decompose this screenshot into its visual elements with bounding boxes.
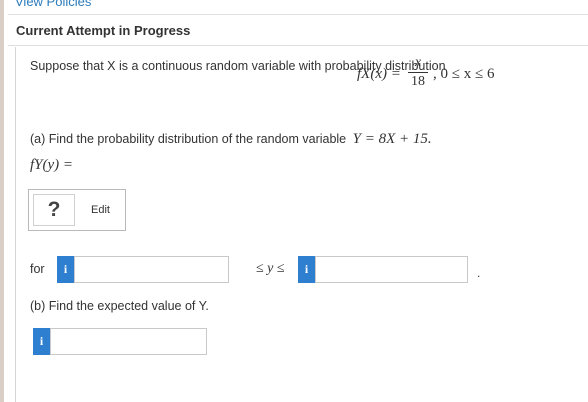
lower-bound-input[interactable] [74, 256, 229, 283]
formula-lhs: fX(x) = [357, 66, 401, 82]
formula-fraction: x 18 [407, 55, 429, 90]
left-edge-rule [0, 0, 4, 402]
expected-value-input[interactable] [50, 328, 207, 355]
part-a-prompt-text: (a) Find the probability distribution of… [30, 132, 347, 146]
formula-condition: , 0 ≤ x ≤ 6 [433, 66, 495, 82]
view-policies-link[interactable]: View Policies [15, 0, 91, 9]
fraction-bar [408, 72, 428, 73]
info-icon[interactable]: i [57, 256, 74, 283]
header-divider-bottom [8, 45, 588, 46]
header-divider-top [8, 14, 588, 15]
info-icon[interactable]: i [33, 328, 50, 355]
formula-numerator: x [414, 55, 422, 70]
part-a-prompt: (a) Find the probability distribution of… [30, 131, 432, 148]
for-label: for [30, 262, 45, 276]
attempt-status-title: Current Attempt in Progress [16, 23, 191, 38]
info-icon[interactable]: i [298, 256, 315, 283]
trailing-period: . [477, 266, 481, 280]
upper-bound-input[interactable] [315, 256, 468, 283]
edit-label: Edit [91, 204, 110, 216]
between-label: ≤ y ≤ [256, 261, 285, 276]
equation-editor-button[interactable]: ? Edit [28, 189, 126, 231]
question-mark-icon: ? [33, 194, 75, 226]
part-b-prompt: (b) Find the expected value of Y. [30, 299, 209, 313]
formula-denominator: 18 [411, 74, 425, 89]
fy-answer-label: fY(y) = [30, 157, 74, 173]
part-a-prompt-math: Y = 8X + 15. [352, 131, 432, 147]
